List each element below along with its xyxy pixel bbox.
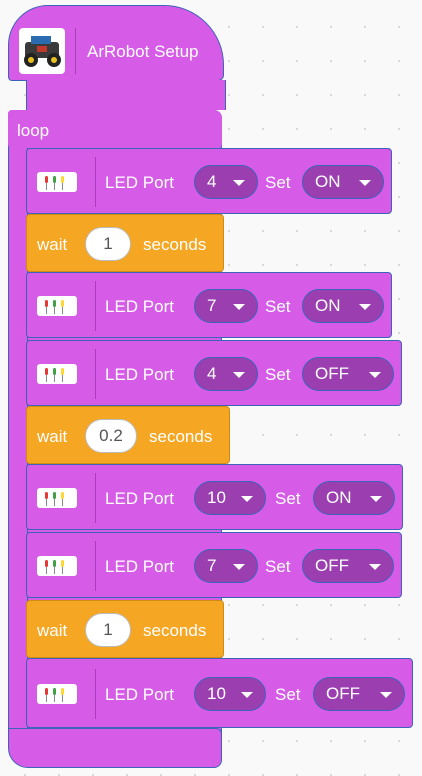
state-dropdown[interactable]: ON <box>302 289 384 323</box>
port-dropdown[interactable]: 4 <box>194 165 258 199</box>
state-dropdown[interactable]: ON <box>302 165 384 199</box>
state-value: ON <box>326 488 352 507</box>
set-label: Set <box>265 173 291 192</box>
seconds-label: seconds <box>143 621 207 640</box>
port-value: 10 <box>207 488 226 507</box>
port-dropdown[interactable]: 10 <box>194 481 266 515</box>
block-divider <box>95 541 96 591</box>
port-value: 4 <box>207 172 217 191</box>
arrobot-setup-block[interactable]: ArRobot Setup <box>8 5 224 81</box>
port-dropdown[interactable]: 10 <box>194 677 266 711</box>
caret-down-icon <box>241 496 253 502</box>
port-value: 10 <box>207 684 226 703</box>
wait-block[interactable]: wait 1 seconds <box>26 214 224 272</box>
caret-down-icon <box>369 372 381 378</box>
led-port-block[interactable]: LED Port 7 Set OFF <box>26 532 402 598</box>
seconds-value: 1 <box>103 234 113 253</box>
robot-car-icon <box>19 28 65 74</box>
set-label: Set <box>265 297 291 316</box>
state-value: OFF <box>315 364 349 383</box>
led-icon <box>37 172 77 192</box>
wait-label: wait <box>37 427 68 446</box>
caret-down-icon <box>233 304 245 310</box>
state-dropdown[interactable]: OFF <box>302 549 394 583</box>
setup-label: ArRobot Setup <box>87 42 199 61</box>
caret-down-icon <box>359 180 371 186</box>
port-dropdown[interactable]: 7 <box>194 549 258 583</box>
wait-label: wait <box>37 621 68 640</box>
caret-down-icon <box>359 304 371 310</box>
block-divider <box>75 28 76 74</box>
led-icon <box>37 488 77 508</box>
wait-label: wait <box>37 235 68 254</box>
wait-block[interactable]: wait 0.2 seconds <box>26 406 230 464</box>
led-port-label: LED Port <box>105 297 174 316</box>
loop-header[interactable]: loop <box>8 110 222 148</box>
caret-down-icon <box>233 564 245 570</box>
seconds-label: seconds <box>143 235 207 254</box>
led-icon <box>37 296 77 316</box>
port-dropdown[interactable]: 4 <box>194 357 258 391</box>
led-port-block[interactable]: LED Port 10 Set OFF <box>26 658 413 728</box>
set-label: Set <box>275 489 301 508</box>
wait-block[interactable]: wait 1 seconds <box>26 600 224 658</box>
caret-down-icon <box>241 692 253 698</box>
loop-footer[interactable] <box>8 728 222 768</box>
block-divider <box>95 281 96 331</box>
led-port-label: LED Port <box>105 685 174 704</box>
seconds-input[interactable]: 0.2 <box>85 419 137 453</box>
led-port-label: LED Port <box>105 489 174 508</box>
caret-down-icon <box>370 496 382 502</box>
state-value: OFF <box>326 684 360 703</box>
caret-down-icon <box>233 372 245 378</box>
led-icon <box>37 364 77 384</box>
block-divider <box>95 157 96 207</box>
state-value: ON <box>315 172 341 191</box>
block-divider <box>95 473 96 523</box>
led-port-block[interactable]: LED Port 4 Set OFF <box>26 340 402 406</box>
led-icon <box>37 556 77 576</box>
led-icon <box>37 684 77 704</box>
port-value: 7 <box>207 296 217 315</box>
block-divider <box>95 349 96 399</box>
state-dropdown[interactable]: ON <box>313 481 395 515</box>
set-label: Set <box>275 685 301 704</box>
port-value: 7 <box>207 556 217 575</box>
led-port-label: LED Port <box>105 173 174 192</box>
seconds-input[interactable]: 1 <box>85 227 131 261</box>
seconds-label: seconds <box>149 427 213 446</box>
port-dropdown[interactable]: 7 <box>194 289 258 323</box>
seconds-value: 1 <box>103 620 113 639</box>
state-value: OFF <box>315 556 349 575</box>
port-value: 4 <box>207 364 217 383</box>
caret-down-icon <box>233 180 245 186</box>
caret-down-icon <box>369 564 381 570</box>
block-divider <box>95 669 96 719</box>
set-label: Set <box>265 365 291 384</box>
led-port-label: LED Port <box>105 557 174 576</box>
led-port-block[interactable]: LED Port 10 Set ON <box>26 464 403 530</box>
led-port-label: LED Port <box>105 365 174 384</box>
caret-down-icon <box>380 692 392 698</box>
seconds-input[interactable]: 1 <box>85 613 131 647</box>
led-port-block[interactable]: LED Port 7 Set ON <box>26 272 392 338</box>
set-label: Set <box>265 557 291 576</box>
seconds-value: 0.2 <box>99 426 123 445</box>
state-value: ON <box>315 296 341 315</box>
state-dropdown[interactable]: OFF <box>313 677 405 711</box>
setup-connector <box>26 80 226 110</box>
loop-label: loop <box>17 121 50 140</box>
state-dropdown[interactable]: OFF <box>302 357 394 391</box>
led-port-block[interactable]: LED Port 4 Set ON <box>26 148 392 214</box>
